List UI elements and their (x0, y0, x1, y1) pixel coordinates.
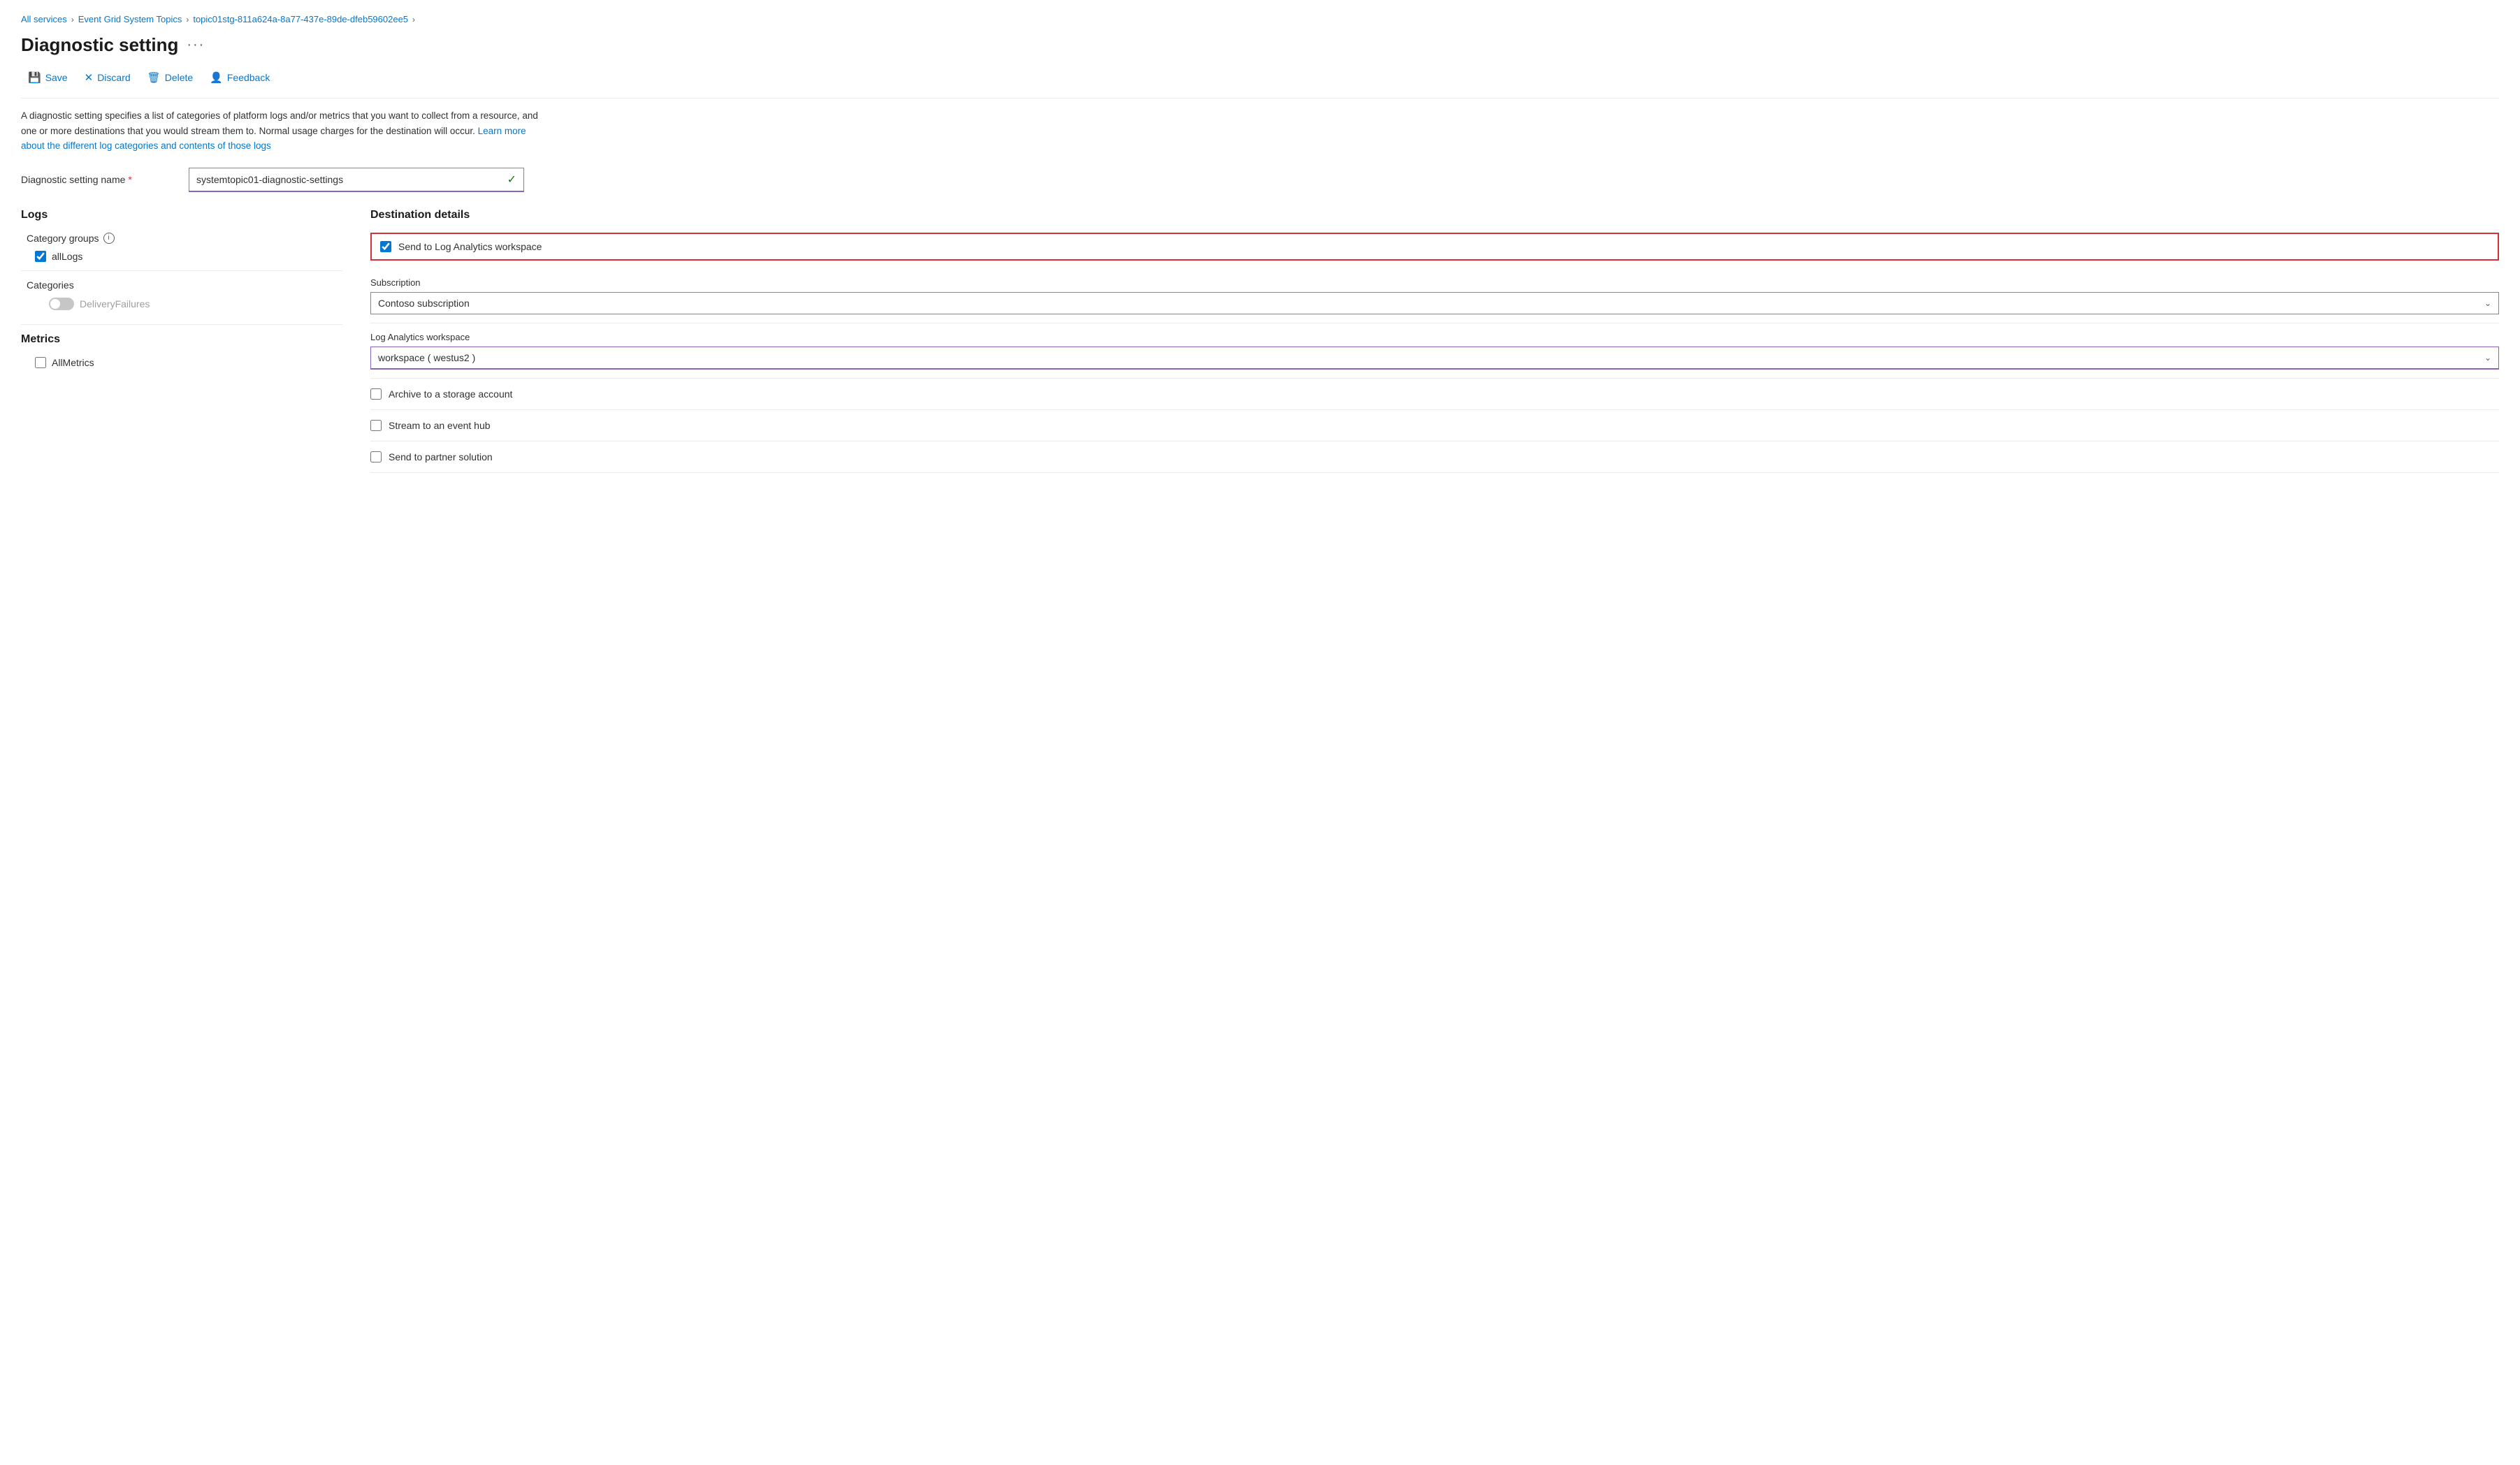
info-icon[interactable]: i (103, 233, 115, 244)
delivery-failures-toggle[interactable] (49, 298, 74, 310)
logs-separator (21, 270, 342, 271)
setting-name-row: Diagnostic setting name * systemtopic01-… (21, 168, 2499, 192)
all-metrics-checkbox[interactable] (35, 357, 46, 368)
page-title-row: Diagnostic setting ··· (21, 34, 2499, 56)
feedback-icon: 👤 (210, 71, 223, 84)
breadcrumb-event-grid[interactable]: Event Grid System Topics (78, 14, 182, 24)
event-hub-checkbox[interactable] (370, 420, 382, 431)
alllogs-checkbox[interactable] (35, 251, 46, 262)
workspace-select[interactable]: workspace ( westus2 ) ⌄ (370, 347, 2499, 370)
category-groups-label: Category groups i (27, 233, 342, 244)
destination-section-header: Destination details (370, 209, 2499, 221)
partner-option: Send to partner solution (370, 442, 2499, 473)
save-button[interactable]: 💾 Save (21, 67, 75, 88)
setting-name-input[interactable]: systemtopic01-diagnostic-settings ✓ (189, 168, 524, 192)
discard-button[interactable]: ✕ Discard (78, 67, 138, 88)
right-column: Destination details Send to Log Analytic… (370, 209, 2499, 473)
categories-label: Categories (27, 279, 342, 291)
left-column: Logs Category groups i allLogs Categorie… (21, 209, 342, 375)
workspace-label: Log Analytics workspace (370, 332, 2499, 342)
subscription-value: Contoso subscription (378, 298, 470, 309)
archive-checkbox[interactable] (370, 388, 382, 400)
metrics-separator (21, 324, 342, 325)
partner-label[interactable]: Send to partner solution (389, 451, 493, 462)
toolbar: 💾 Save ✕ Discard 🗑 Delete 👤 Feedback (21, 67, 2499, 99)
all-metrics-row: AllMetrics (35, 357, 342, 368)
delete-label: Delete (165, 72, 193, 83)
log-analytics-checkbox[interactable] (380, 241, 391, 252)
partner-checkbox[interactable] (370, 451, 382, 462)
page-title: Diagnostic setting (21, 34, 178, 56)
save-icon: 💾 (28, 71, 41, 84)
breadcrumb-sep-1: › (71, 15, 74, 24)
breadcrumb-sep-3: › (412, 15, 415, 24)
check-icon: ✓ (507, 173, 516, 187)
workspace-value: workspace ( westus2 ) (378, 352, 475, 363)
more-options-button[interactable]: ··· (187, 37, 205, 53)
event-hub-label[interactable]: Stream to an event hub (389, 420, 491, 431)
log-analytics-label[interactable]: Send to Log Analytics workspace (398, 241, 542, 252)
all-metrics-label[interactable]: AllMetrics (52, 357, 94, 368)
delivery-failures-label: DeliveryFailures (80, 298, 150, 309)
metrics-section: Metrics AllMetrics (21, 324, 342, 368)
setting-name-value: systemtopic01-diagnostic-settings (196, 174, 343, 185)
archive-label[interactable]: Archive to a storage account (389, 388, 512, 400)
archive-option: Archive to a storage account (370, 379, 2499, 410)
event-hub-option: Stream to an event hub (370, 410, 2499, 442)
discard-label: Discard (97, 72, 130, 83)
delete-button[interactable]: 🗑 Delete (140, 67, 201, 88)
delivery-failures-row: DeliveryFailures (49, 298, 342, 310)
breadcrumb-all-services[interactable]: All services (21, 14, 67, 24)
description-text: A diagnostic setting specifies a list of… (21, 110, 538, 136)
subscription-label: Subscription (370, 277, 2499, 288)
alllogs-label[interactable]: allLogs (52, 251, 82, 262)
delete-icon: 🗑 (147, 71, 161, 84)
feedback-label: Feedback (227, 72, 270, 83)
breadcrumb-sep-2: › (186, 15, 189, 24)
logs-section-header: Logs (21, 209, 342, 221)
subscription-select[interactable]: Contoso subscription ⌄ (370, 292, 2499, 314)
breadcrumb-topic[interactable]: topic01stg-811a624a-8a77-437e-89de-dfeb5… (193, 14, 408, 24)
subscription-group: Subscription Contoso subscription ⌄ (370, 269, 2499, 323)
alllogs-row: allLogs (35, 251, 342, 262)
workspace-group: Log Analytics workspace workspace ( west… (370, 323, 2499, 379)
description: A diagnostic setting specifies a list of… (21, 108, 552, 154)
save-label: Save (45, 72, 68, 83)
subscription-arrow-icon: ⌄ (2484, 298, 2491, 308)
metrics-section-header: Metrics (21, 333, 342, 346)
discard-icon: ✕ (85, 71, 94, 84)
main-content: Logs Category groups i allLogs Categorie… (21, 209, 2499, 473)
setting-name-label: Diagnostic setting name * (21, 174, 175, 185)
log-analytics-option: Send to Log Analytics workspace (370, 233, 2499, 261)
workspace-arrow-icon: ⌄ (2484, 353, 2491, 363)
feedback-button[interactable]: 👤 Feedback (203, 67, 277, 88)
breadcrumb: All services › Event Grid System Topics … (21, 14, 2499, 24)
toggle-slider (49, 298, 74, 310)
